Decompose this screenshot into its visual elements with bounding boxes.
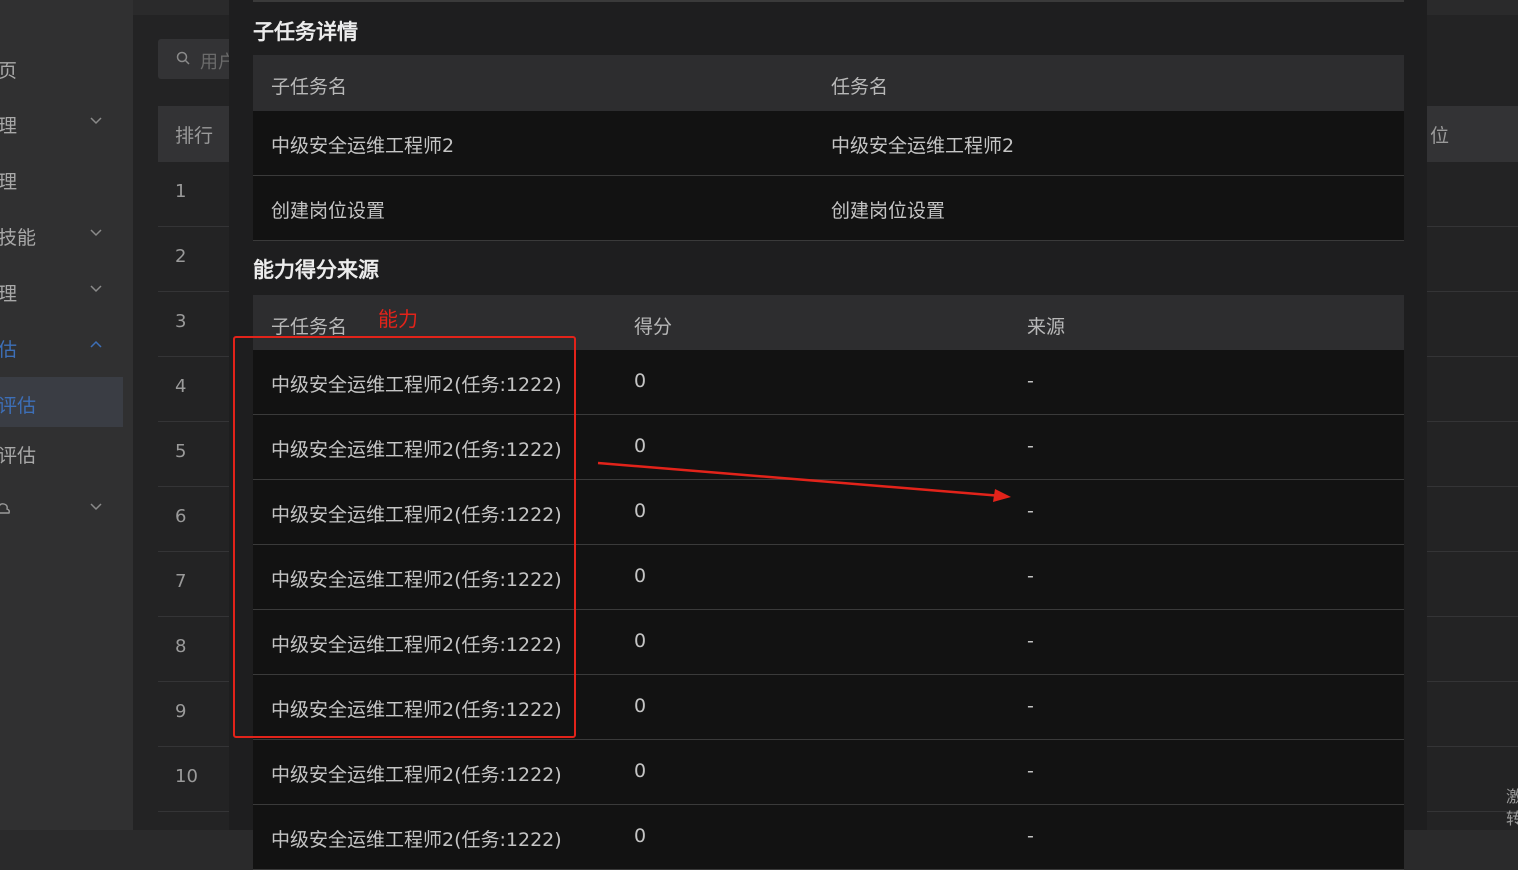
table-row[interactable]: 中级安全运维工程师2(任务:1222) 0 - <box>253 805 1404 870</box>
chevron-down-icon <box>90 229 102 237</box>
subtask-name-header: 子任务名 <box>271 316 348 338</box>
sidebar-item-assessment[interactable]: 估 <box>0 321 133 371</box>
sidebar-item-label: 评估 <box>0 445 37 467</box>
score-cell: 0 <box>634 760 647 782</box>
ability-section-title: 能力得分来源 <box>253 258 379 282</box>
annotation-highlight-box <box>233 336 576 738</box>
cloud-icon <box>0 503 10 514</box>
subtask-name-cell: 中级安全运维工程师2(任务:1222) <box>271 829 562 851</box>
rank-column-header: 排行 <box>175 125 214 147</box>
sidebar-item-settings[interactable] <box>0 483 133 533</box>
table-row[interactable]: 中级安全运维工程师2(任务:1222) 0 - <box>253 740 1404 805</box>
source-cell: - <box>1027 435 1034 457</box>
score-cell: 0 <box>634 435 647 457</box>
subtask-name-cell: 中级安全运维工程师2(任务:1222) <box>271 764 562 786</box>
chevron-down-icon <box>90 503 102 511</box>
sidebar-item-label: 估 <box>0 339 18 361</box>
score-header: 得分 <box>634 316 673 338</box>
rank-number: 10 <box>175 766 198 787</box>
sidebar-item-assessment-sub-1[interactable]: 评估 <box>0 377 123 427</box>
subtask-name-cell: 中级安全运维工程师2 <box>271 135 455 157</box>
score-cell: 0 <box>634 565 647 587</box>
sidebar-item-skills[interactable]: 技能 <box>0 209 133 259</box>
source-cell: - <box>1027 825 1034 847</box>
position-column-header: 位 <box>1430 125 1450 147</box>
corner-text-1: 激 <box>1506 787 1518 806</box>
rank-number: 8 <box>175 636 187 657</box>
subtask-table: 子任务名 任务名 中级安全运维工程师2 中级安全运维工程师2 创建岗位设置 创建… <box>253 55 1404 241</box>
rank-number: 2 <box>175 246 187 267</box>
score-cell: 0 <box>634 695 647 717</box>
source-cell: - <box>1027 500 1034 522</box>
task-name-header: 任务名 <box>831 76 889 98</box>
rank-number: 5 <box>175 441 187 462</box>
rank-number: 3 <box>175 311 187 332</box>
score-cell: 0 <box>634 825 647 847</box>
chevron-down-icon <box>90 117 102 125</box>
corner-text-2: 转 <box>1506 809 1518 828</box>
subtask-name-cell: 创建岗位设置 <box>271 200 386 222</box>
sidebar-item-assessment-sub-2[interactable]: 评估 <box>0 427 133 477</box>
source-cell: - <box>1027 370 1034 392</box>
source-cell: - <box>1027 565 1034 587</box>
table-header: 子任务名 任务名 <box>253 55 1404 111</box>
task-name-cell: 创建岗位设置 <box>831 200 946 222</box>
rank-number: 9 <box>175 701 187 722</box>
sidebar-item-label: 理 <box>0 171 18 193</box>
subtask-name-header: 子任务名 <box>271 76 348 98</box>
table-row[interactable]: 创建岗位设置 创建岗位设置 <box>253 176 1404 241</box>
sidebar-item-home[interactable]: 页 <box>0 42 133 92</box>
sidebar-item-management-1[interactable]: 理 <box>0 97 133 147</box>
source-header: 来源 <box>1027 316 1066 338</box>
rank-number: 7 <box>175 571 187 592</box>
sidebar-item-label: 理 <box>0 283 18 305</box>
source-cell: - <box>1027 760 1034 782</box>
sidebar-item-label: 理 <box>0 115 18 137</box>
task-name-cell: 中级安全运维工程师2 <box>831 135 1015 157</box>
annotation-label: 能力 <box>378 307 418 331</box>
sidebar: 页 理 理 技能 理 估 评估 评估 <box>0 0 133 830</box>
divider <box>253 0 1404 2</box>
sidebar-item-management-2[interactable]: 理 <box>0 153 133 203</box>
chevron-up-icon <box>90 340 102 348</box>
rank-number: 4 <box>175 376 187 397</box>
sidebar-item-label: 页 <box>0 60 18 82</box>
sidebar-item-label: 技能 <box>0 227 37 249</box>
source-cell: - <box>1027 695 1034 717</box>
corner-text: 激 转 <box>1506 786 1518 830</box>
score-cell: 0 <box>634 630 647 652</box>
table-row[interactable]: 中级安全运维工程师2 中级安全运维工程师2 <box>253 111 1404 176</box>
sidebar-item-label: 评估 <box>0 395 37 417</box>
source-cell: - <box>1027 630 1034 652</box>
rank-number: 1 <box>175 181 187 202</box>
rank-number: 6 <box>175 506 187 527</box>
search-icon <box>176 51 190 65</box>
chevron-down-icon <box>90 285 102 293</box>
subtask-section-title: 子任务详情 <box>253 20 358 44</box>
sidebar-item-management-3[interactable]: 理 <box>0 265 133 315</box>
annotation-arrow-icon <box>597 461 1011 502</box>
score-cell: 0 <box>634 370 647 392</box>
